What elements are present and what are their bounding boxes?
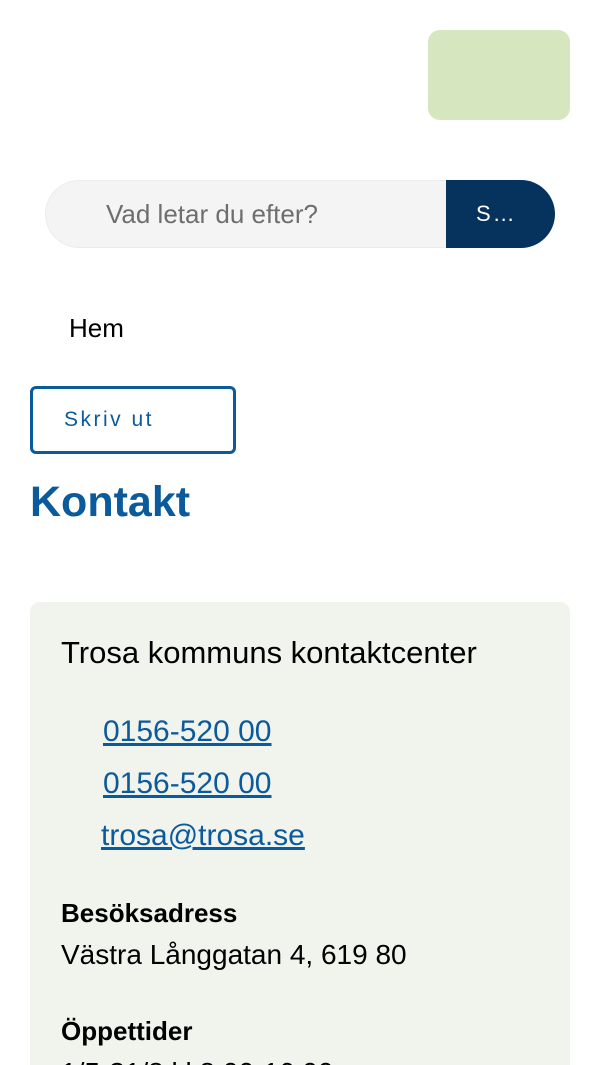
phone-link-secondary[interactable]: 0156-520 00 [103, 767, 272, 801]
contact-card: Trosa kommuns kontaktcenter 0156-520 00 … [30, 602, 570, 1065]
email-link[interactable]: trosa@trosa.se [101, 819, 305, 853]
contact-card-title: Trosa kommuns kontaktcenter [61, 635, 477, 670]
search-button[interactable]: S… [446, 180, 555, 248]
visit-address-text: Västra Långgatan 4, 619 80 [61, 939, 407, 970]
opening-hours-heading: Öppettider [61, 1016, 193, 1046]
phone-link[interactable]: 0156-520 00 [103, 715, 272, 749]
search-input[interactable] [45, 180, 446, 248]
print-button[interactable]: Skriv ut [30, 386, 236, 454]
breadcrumb: Hem [69, 313, 124, 344]
visit-address-heading: Besöksadress [61, 898, 238, 928]
page-title: Kontakt [30, 478, 191, 526]
opening-hours-text: 1/5-31/8 kl 8.00-16.00 [61, 1057, 333, 1065]
breadcrumb-home-link[interactable]: Hem [69, 313, 124, 343]
menu-button[interactable] [428, 30, 570, 120]
search-bar: S… [45, 180, 555, 248]
